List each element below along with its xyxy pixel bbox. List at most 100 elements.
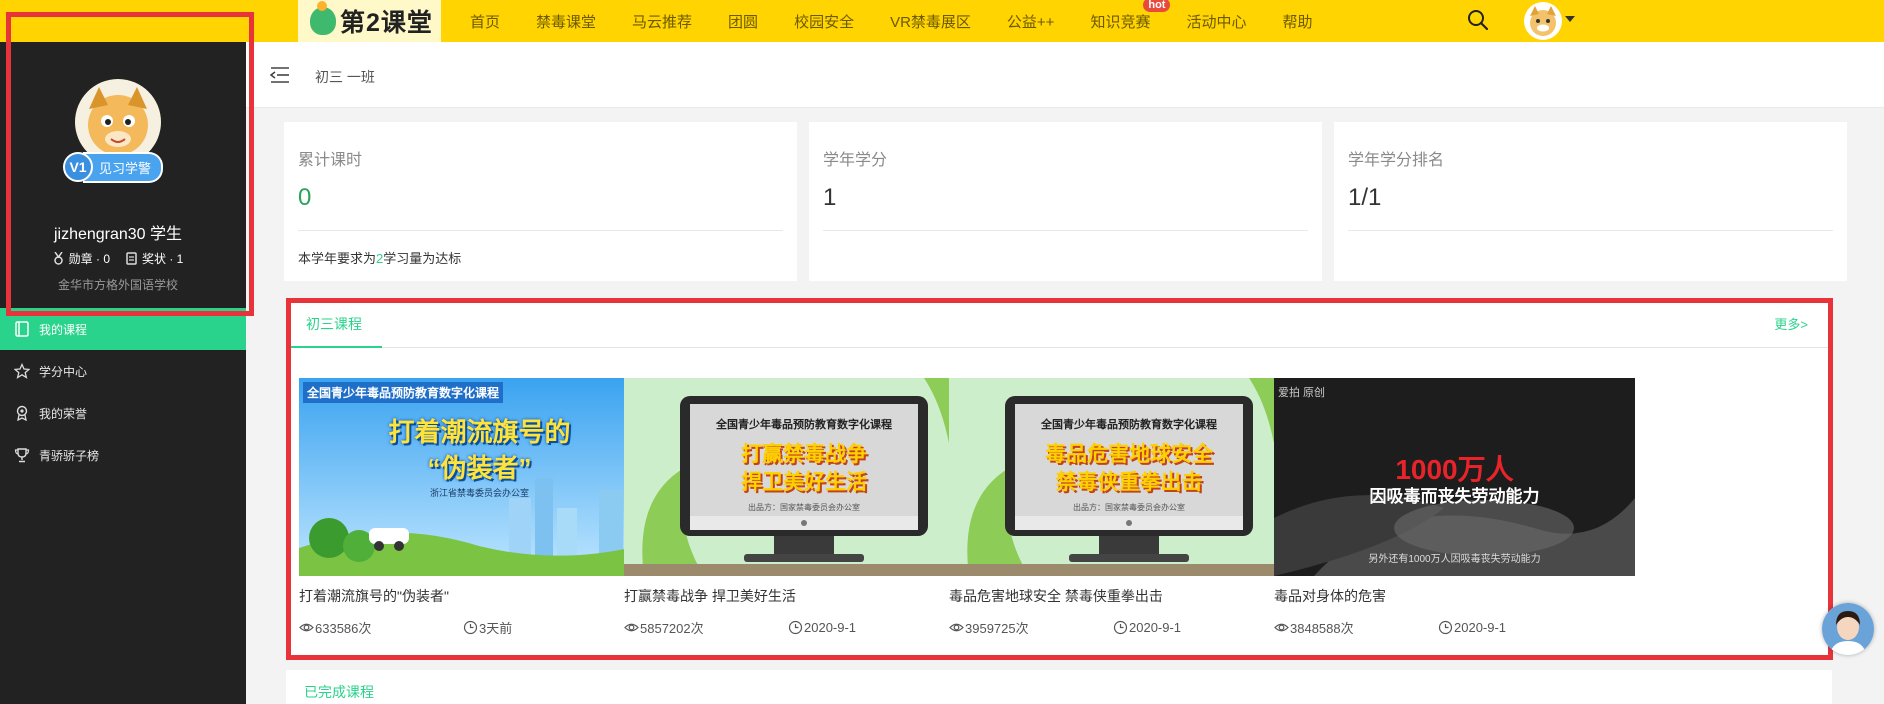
note-prefix: 本学年要求为 — [298, 251, 377, 266]
site-logo[interactable]: 第2课堂 — [298, 0, 441, 42]
thumb-header: 全国青少年毒品预防教育数字化课程 — [1041, 419, 1217, 431]
thumb-footer: 出品方：国家禁毒委员会办公室 — [748, 503, 860, 512]
course-card[interactable]: 全国青少年毒品预防教育数字化课程 打赢禁毒战争 捍卫美好生活 出品方：国家禁毒委员会办… — [624, 378, 985, 637]
nav-item[interactable]: 禁毒课堂 — [536, 11, 596, 32]
medal-count[interactable]: 勋章 · 0 — [53, 250, 110, 267]
hot-badge: hot — [1143, 0, 1171, 12]
view-count-text: 5857202次 — [640, 621, 704, 636]
menu-collapse-icon[interactable] — [270, 66, 290, 84]
stat-card-credits: 学年学分 1 — [809, 122, 1322, 281]
course-title[interactable]: 打赢禁毒战争 捍卫美好生活 — [624, 586, 985, 606]
clock-icon — [788, 620, 803, 635]
clock-icon — [1113, 620, 1128, 635]
medal-icon — [14, 405, 30, 422]
hours-label: 累计课时 — [298, 152, 363, 169]
thumb-title-line1: 打赢禁毒战争 — [741, 443, 867, 466]
publish-date: 2020-9-1 — [788, 620, 856, 635]
thumb-header: 全国青少年毒品预防教育数字化课程 — [303, 382, 504, 403]
nav-item[interactable]: 校园安全 — [794, 11, 854, 32]
view-count: 5857202次 — [624, 618, 704, 637]
chevron-down-icon[interactable] — [1565, 16, 1575, 22]
main-content: 初三 一班 累计课时 0 本学年要求为2学习量为达标 学年学分 1 学年学分排名… — [246, 42, 1884, 704]
view-count-text: 3959725次 — [965, 621, 1029, 636]
hours-value: 0 — [298, 184, 312, 211]
support-agent-icon — [1822, 603, 1874, 655]
level-name: 见习学警 — [83, 151, 164, 183]
award-count[interactable]: 奖状 · 1 — [126, 250, 183, 267]
thumb-header: 爱拍 原创 — [1278, 387, 1326, 399]
nav-item[interactable]: 帮助 — [1282, 11, 1312, 32]
user-avatar[interactable] — [1524, 2, 1562, 40]
course-card[interactable]: 全国青少年毒品预防教育数字化课程 打着潮流旗号的 “伪装者” 浙江省禁毒委员会办公室打… — [299, 378, 660, 637]
view-count: 633586次 — [299, 618, 371, 637]
sidebar-item[interactable]: 我的荣誉 — [0, 392, 246, 434]
stat-card-rank: 学年学分排名 1/1 — [1334, 122, 1847, 281]
course-card[interactable]: 全国青少年毒品预防教育数字化课程 毒品危害地球安全 禁毒侠重拳出击 出品方：国家禁毒委… — [949, 378, 1310, 637]
medal-count-text: 勋章 · 0 — [68, 252, 110, 266]
sidebar-menu: 我的课程学分中心我的荣誉 青骄骄子榜 — [0, 308, 246, 476]
course-tabs: 初三课程 更多> — [286, 298, 1832, 348]
sidebar: V1 见习学警 jizhengran30 学生 勋章 · 0 奖状 · 1 金华… — [0, 42, 246, 704]
sidebar-item[interactable]: 青骄骄子榜 — [0, 434, 246, 476]
course-meta: 5857202次 2020-9-1 — [624, 618, 985, 637]
nav-item[interactable]: 首页 — [470, 11, 500, 32]
sidebar-item-label: 我的课程 — [39, 322, 88, 337]
nav-item[interactable]: 马云推荐 — [632, 11, 692, 32]
thumb-title-line2: 因吸毒而丧失劳动能力 — [1369, 487, 1540, 506]
completed-panel: 已完成课程 — [286, 670, 1832, 704]
star-icon — [13, 362, 31, 379]
breadcrumb-bar: 初三 一班 — [246, 42, 1884, 108]
publish-date-text: 2020-9-1 — [1454, 620, 1507, 635]
publish-date-text: 2020-9-1 — [804, 620, 857, 635]
logo-mascot-icon — [310, 1, 336, 35]
sidebar-item[interactable]: 我的课程 — [0, 308, 246, 350]
course-meta: 633586次 3天前 — [299, 618, 660, 637]
course-thumbnail[interactable]: 全国青少年毒品预防教育数字化课程 毒品危害地球安全 禁毒侠重拳出击 出品方：国家禁毒委… — [949, 378, 1310, 576]
course-thumbnail[interactable]: 全国青少年毒品预防教育数字化课程 打赢禁毒战争 捍卫美好生活 出品方：国家禁毒委员会办… — [624, 378, 985, 576]
search-icon[interactable] — [1467, 9, 1489, 31]
sidebar-item-label: 学分中心 — [39, 364, 88, 379]
publish-date-text: 2020-9-1 — [1129, 620, 1182, 635]
card-divider — [823, 230, 1308, 231]
assistant-avatar-button[interactable] — [1822, 603, 1874, 655]
tab-grade-courses[interactable]: 初三课程 — [286, 298, 382, 348]
sidebar-item[interactable]: 学分中心 — [0, 350, 246, 392]
course-title[interactable]: 毒品危害地球安全 禁毒侠重拳出击 — [949, 586, 1310, 606]
school-name: 金华市方格外国语学校 — [57, 278, 178, 292]
course-thumbnail[interactable]: 全国青少年毒品预防教育数字化课程 打着潮流旗号的 “伪装者” 浙江省禁毒委员会办公室 — [299, 378, 660, 576]
course-card[interactable]: 爱拍 原创 1000万人 因吸毒而丧失劳动能力 另外还有1000万人因吸毒丧失劳动能力… — [1274, 378, 1635, 637]
more-link[interactable]: 更多> — [1774, 314, 1808, 333]
course-panel: 初三课程 更多> 全国青少年毒品预防教育数字化课程 打着潮流旗号的 “伪装者” 浙江省… — [286, 298, 1832, 658]
nav-item[interactable]: 公益++ — [1007, 11, 1055, 32]
main-nav: 首页 禁毒课堂 马云推荐 团圆 校园安全 VR禁毒展区 公益++ 知识竞赛 hot 活动中心 帮助 — [470, 0, 1349, 42]
nav-item[interactable]: 活动中心 — [1186, 11, 1246, 32]
eye-icon — [1274, 623, 1289, 632]
course-thumbnail[interactable]: 爱拍 原创 1000万人 因吸毒而丧失劳动能力 另外还有1000万人因吸毒丧失劳动能力 — [1274, 378, 1635, 576]
nav-item[interactable]: VR禁毒展区 — [890, 11, 971, 32]
thumb-title-line2: 捍卫美好生活 — [741, 471, 867, 494]
thumb-footer: 另外还有1000万人因吸毒丧失劳动能力 — [1368, 554, 1541, 565]
course-title[interactable]: 毒品对身体的危害 — [1274, 586, 1635, 606]
rank-label: 学年学分排名 — [1348, 152, 1445, 169]
profile-card: V1 见习学警 jizhengran30 学生 勋章 · 0 奖状 · 1 金华… — [0, 42, 246, 308]
publish-date: 2020-9-1 — [1438, 620, 1506, 635]
tab-completed-courses[interactable]: 已完成课程 — [304, 682, 374, 702]
thumb-footer: 浙江省禁毒委员会办公室 — [429, 488, 529, 498]
mascot-avatar-icon — [1530, 6, 1556, 36]
book-icon — [14, 321, 30, 337]
eye-icon — [299, 623, 314, 632]
thumb-title-line2: 禁毒侠重拳出击 — [1055, 471, 1203, 494]
publish-date: 2020-9-1 — [1113, 620, 1181, 635]
logo-text: 第2课堂 — [340, 9, 433, 37]
card-divider — [1348, 230, 1833, 231]
nav-item[interactable]: 知识竞赛 hot — [1090, 0, 1171, 32]
view-count-text: 633586次 — [315, 621, 372, 636]
course-title[interactable]: 打着潮流旗号的"伪装者" — [299, 586, 660, 606]
nav-item[interactable]: 团圆 — [728, 11, 758, 32]
level-badge: V1 见习学警 — [63, 151, 164, 183]
thumb-footer: 出品方：国家禁毒委员会办公室 — [1073, 503, 1185, 512]
card-divider — [298, 230, 783, 231]
course-meta: 3848588次 2020-9-1 — [1274, 618, 1635, 637]
eye-icon — [624, 623, 639, 632]
trophy-icon — [14, 447, 30, 463]
